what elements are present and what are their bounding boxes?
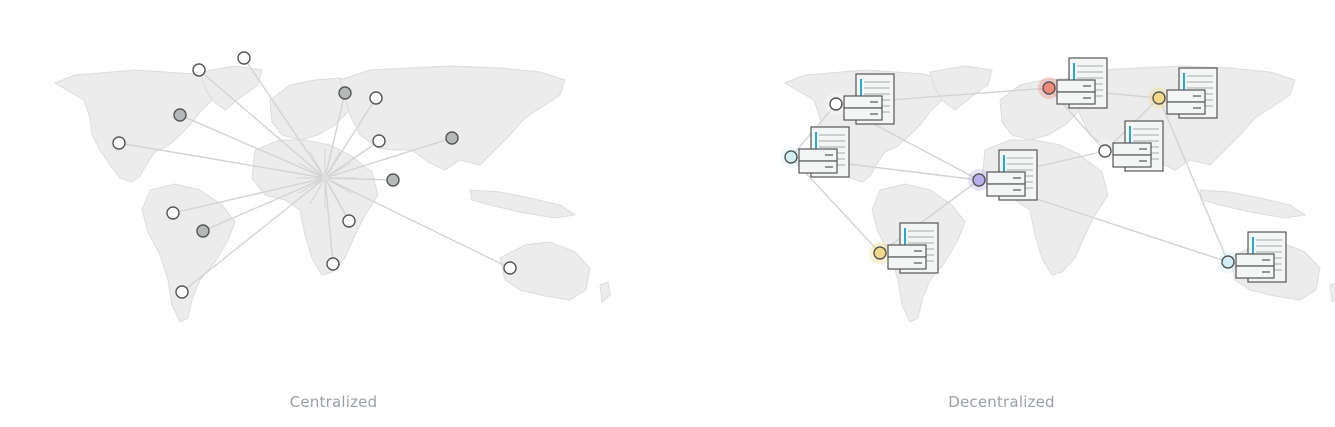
server-database-icon <box>1235 231 1287 283</box>
server-database-icon <box>798 126 850 178</box>
circle-node-icon <box>338 86 352 100</box>
circle-node-icon <box>369 91 383 105</box>
circle-node-icon <box>503 261 517 275</box>
circle-node-icon <box>386 173 400 187</box>
circle-node-icon <box>173 108 187 122</box>
continent-new-zealand <box>1329 282 1335 304</box>
circle-node-icon <box>829 97 843 111</box>
continent-indonesia <box>469 189 577 219</box>
circle-node-icon <box>1152 91 1166 105</box>
circle-node-icon <box>372 134 386 148</box>
circle-node-icon <box>1221 255 1235 269</box>
decentralized-caption: Decentralized <box>948 393 1055 411</box>
circle-node-icon <box>1098 144 1112 158</box>
continent-asia <box>339 65 566 171</box>
centralized-network-map <box>53 51 611 323</box>
circle-node-icon <box>342 214 356 228</box>
circle-node-icon <box>784 150 798 164</box>
circle-node-icon <box>972 173 986 187</box>
circle-node-icon <box>237 51 251 65</box>
central-hub-icon <box>321 174 329 182</box>
circle-node-icon <box>166 206 180 220</box>
continent-south-america <box>141 183 236 323</box>
continent-indonesia <box>1199 189 1307 219</box>
circle-node-icon <box>873 246 887 260</box>
circle-node-icon <box>112 136 126 150</box>
circle-node-icon <box>192 63 206 77</box>
circle-node-icon <box>326 257 340 271</box>
server-database-icon <box>1056 57 1108 109</box>
continent-new-zealand <box>599 281 611 304</box>
circle-node-icon <box>1042 81 1056 95</box>
centralized-caption: Centralized <box>289 393 378 411</box>
centralized-panel: Centralized <box>0 0 667 427</box>
circle-node-icon <box>175 285 189 299</box>
world-map <box>53 65 611 323</box>
decentralized-network-map <box>780 57 1335 323</box>
circle-node-icon <box>445 131 459 145</box>
decentralized-panel: Decentralized <box>668 0 1335 427</box>
continent-north-america <box>53 69 223 183</box>
circle-node-icon <box>196 224 210 238</box>
